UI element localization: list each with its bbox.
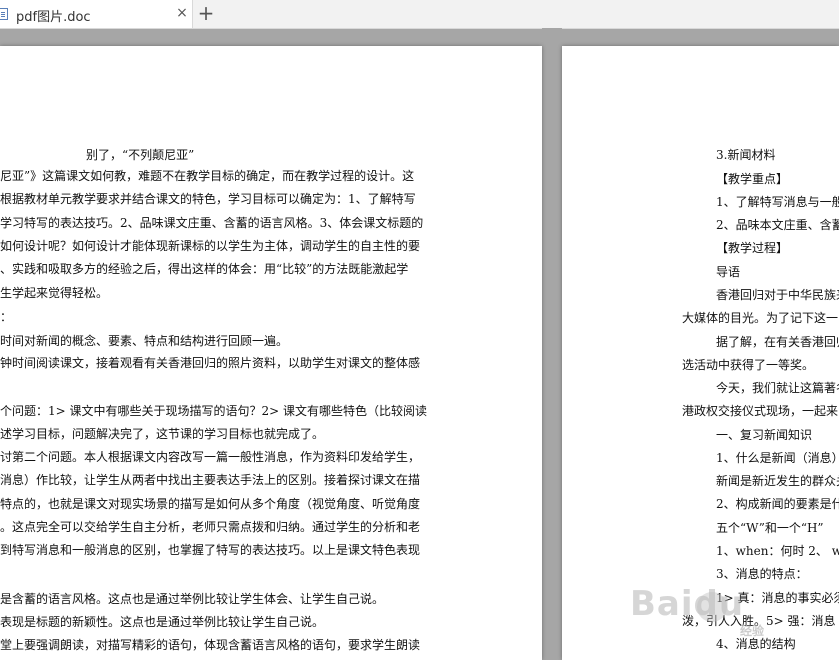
text-line: 【教学过程】 [716, 241, 789, 255]
text-line: 2、构成新闻的要素是什 [716, 497, 839, 511]
text-line: 今天，我们就让这篇著名 [716, 381, 839, 395]
text-line: 1、了解特写消息与一般 [716, 195, 839, 209]
text-line: 消息）作比较，让学生从两者中找出主要表达手法上的区别。接着探讨课文在描 [0, 473, 421, 487]
text-line: 学习特写的表达技巧。2、品味课文庄重、含蓄的语言风格。3、体会课文标题的 [0, 216, 424, 230]
new-tab-icon[interactable]: + [197, 2, 215, 24]
tab-document[interactable]: pdf图片.doc × [0, 0, 193, 28]
text-line: 新闻是新近发生的群众关 [716, 474, 839, 488]
text-line: 特点的，也就是课文对现实场景的描写是如何从多个角度（视觉角度、听觉角度 [0, 497, 421, 511]
text-line: 钟时间阅读课文，接着观看有关香港回归的照片资料，以助学生对课文的整体感 [0, 356, 421, 370]
text-line: 表现是标题的新颖性。这点也是通过举例比较让学生自己说。 [0, 615, 325, 629]
text-line: 导语 [716, 265, 741, 279]
text-line: 堂上要强调朗读，对描写精彩的语句，体现含蓄语言风格的语句，要求学生朗读 [0, 638, 421, 652]
text-line: ： [0, 310, 13, 324]
text-line: 如何设计呢？如何设计才能体现新课标的以学生为主体，调动学生的自主性的要 [0, 239, 421, 253]
text-line: 据了解，在有关香港回归 [716, 335, 839, 349]
document-icon [0, 8, 8, 20]
document-page-right[interactable]: 3.新闻材料 【教学重点】 1、了解特写消息与一般 2、品味本文庄重、含蓄 【教… [562, 46, 839, 660]
watermark-brand: Baidu [630, 584, 745, 624]
document-page-left[interactable]: 别了，“不列颠尼亚” 尼亚”》这篇课文如何教，难题不在教学目标的确定，而在教学过… [0, 46, 542, 660]
close-icon[interactable]: × [175, 5, 189, 21]
text-line: 一、复习新闻知识 [716, 428, 813, 442]
text-line: 、实践和吸取多方的经验之后，得出这样的体会：用“比较”的方法既能激起学 [0, 262, 409, 276]
watermark-sub: 经验 [740, 624, 765, 638]
text-line: 大媒体的目光。为了记下这一 [682, 311, 839, 325]
text-line: 【教学重点】 [716, 172, 789, 186]
text-line: 尼亚”》这篇课文如何教，难题不在教学目标的确定，而在教学过程的设计。这 [0, 169, 415, 183]
text-line: 讨第二个问题。本人根据课文内容改写一篇一般性消息，作为资料印发给学生， [0, 450, 421, 464]
text-line: 是含蓄的语言风格。这点也是通过举例比较让学生体会、让学生自己说。 [0, 592, 385, 606]
text-line: 到特写消息和一般消息的区别，也掌握了特写的表达技巧。以上是课文特色表现 [0, 543, 421, 557]
text-line: 1、什么是新闻（消息） [716, 451, 839, 465]
tab-title: pdf图片.doc [16, 10, 91, 25]
text-line: 别了，“不列颠尼亚” [86, 148, 195, 162]
text-line: 3.新闻材料 [716, 148, 776, 162]
page-gap [542, 28, 562, 660]
text-line: 生学起来觉得轻松。 [0, 286, 109, 300]
text-line: 选活动中获得了一等奖。 [682, 358, 815, 372]
text-line: 根据教材单元教学要求并结合课文的特色，学习目标可以确定为：1、了解特写 [0, 192, 416, 206]
text-line: 2、品味本文庄重、含蓄 [716, 218, 839, 232]
text-line: 。这点完全可以交给学生自主分析，老师只需点拨和归纳。通过学生的分析和老 [0, 520, 421, 534]
text-line: 时间对新闻的概念、要素、特点和结构进行回顾一遍。 [0, 334, 289, 348]
text-line: 3、消息的特点： [716, 567, 808, 581]
text-line: 五个“W”和一个“H” [716, 521, 824, 535]
text-line: 述学习目标，问题解决完了，这节课的学习目标也就完成了。 [0, 427, 325, 441]
text-line: 1、when：何时 2、 when [716, 544, 839, 558]
tab-bar: pdf图片.doc × + [0, 0, 839, 29]
paw-icon [697, 592, 727, 622]
text-line: 港政权交接仪式现场，一起来 [682, 404, 839, 418]
text-line: 香港回归对于中华民族来 [716, 288, 839, 302]
baidu-watermark-logo: Baidu 经验 [630, 584, 830, 644]
text-line: 个问题：1> 课文中有哪些关于现场描写的语句？2> 课文有哪些特色（比较阅读 [0, 404, 428, 418]
